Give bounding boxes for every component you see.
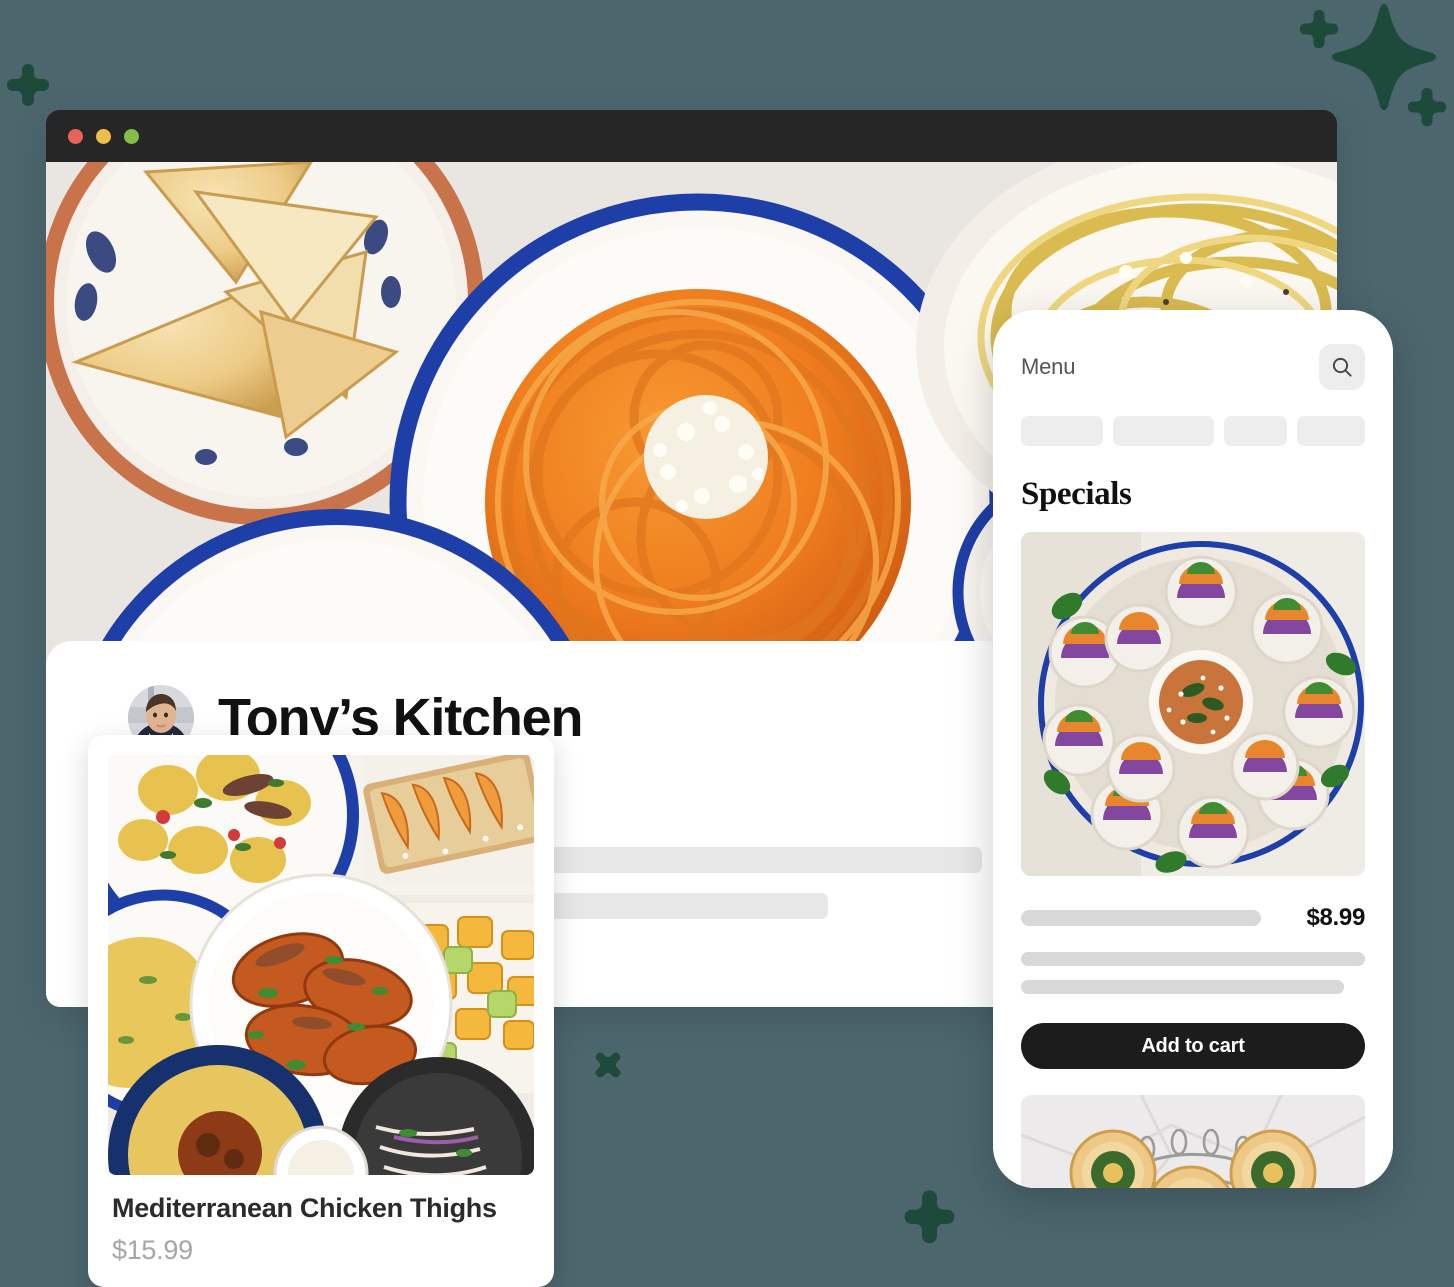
- window-close-button[interactable]: [68, 128, 83, 144]
- filter-chip-row: [1021, 416, 1365, 446]
- phone-screen: Menu Specials $8.99 Add to cart: [993, 310, 1393, 1188]
- item-title-placeholder: [1021, 910, 1261, 926]
- dish-card[interactable]: Mediterranean Chicken Thighs $15.99: [88, 735, 554, 1287]
- sparkle-cross-bottom-right: [902, 1188, 957, 1245]
- next-item-image[interactable]: [1021, 1095, 1365, 1188]
- item-description-line-1: [1021, 952, 1365, 966]
- item-description-line-2: [1021, 980, 1345, 994]
- item-price: $8.99: [1306, 904, 1365, 931]
- menu-label: Menu: [1021, 354, 1076, 379]
- section-title-specials: Specials: [1021, 476, 1132, 512]
- stage: Tony’s Kitchen Mediterranean Chicken Thi…: [0, 0, 1454, 1287]
- window-zoom-button[interactable]: [124, 128, 139, 144]
- item-price-row: $8.99: [1021, 904, 1365, 932]
- dish-price: $15.99: [112, 1235, 193, 1265]
- add-to-cart-button[interactable]: Add to cart: [1021, 1023, 1365, 1069]
- filter-chip-2[interactable]: [1113, 416, 1214, 446]
- spring-rolls-illustration: [1021, 532, 1365, 876]
- filter-chip-3[interactable]: [1223, 416, 1288, 446]
- window-minimize-button[interactable]: [96, 128, 111, 144]
- filter-chip-1[interactable]: [1021, 416, 1104, 446]
- phone-mockup: Menu Specials $8.99 Add to cart: [993, 310, 1393, 1188]
- filter-chip-4[interactable]: [1297, 416, 1365, 446]
- dish-card-image: [108, 755, 534, 1175]
- sparkle-cross-top-left: [5, 62, 51, 108]
- sparkle-cross-top-right-lower: [1406, 86, 1448, 128]
- sparkle-4point-star-top-right: [1325, 2, 1443, 124]
- dish-name: Mediterranean Chicken Thighs: [112, 1193, 497, 1223]
- specials-item-image[interactable]: [1021, 532, 1365, 876]
- phone-header: Menu: [1021, 310, 1365, 390]
- search-icon: [1332, 357, 1352, 377]
- pinwheels-illustration: [1021, 1095, 1365, 1188]
- search-button[interactable]: [1319, 344, 1365, 390]
- sparkle-cross-top-right-upper: [1298, 8, 1340, 50]
- dish-food-illustration: [108, 755, 534, 1175]
- browser-title-bar: [46, 110, 1337, 162]
- sparkle-cross-bottom-center: [584, 1041, 632, 1089]
